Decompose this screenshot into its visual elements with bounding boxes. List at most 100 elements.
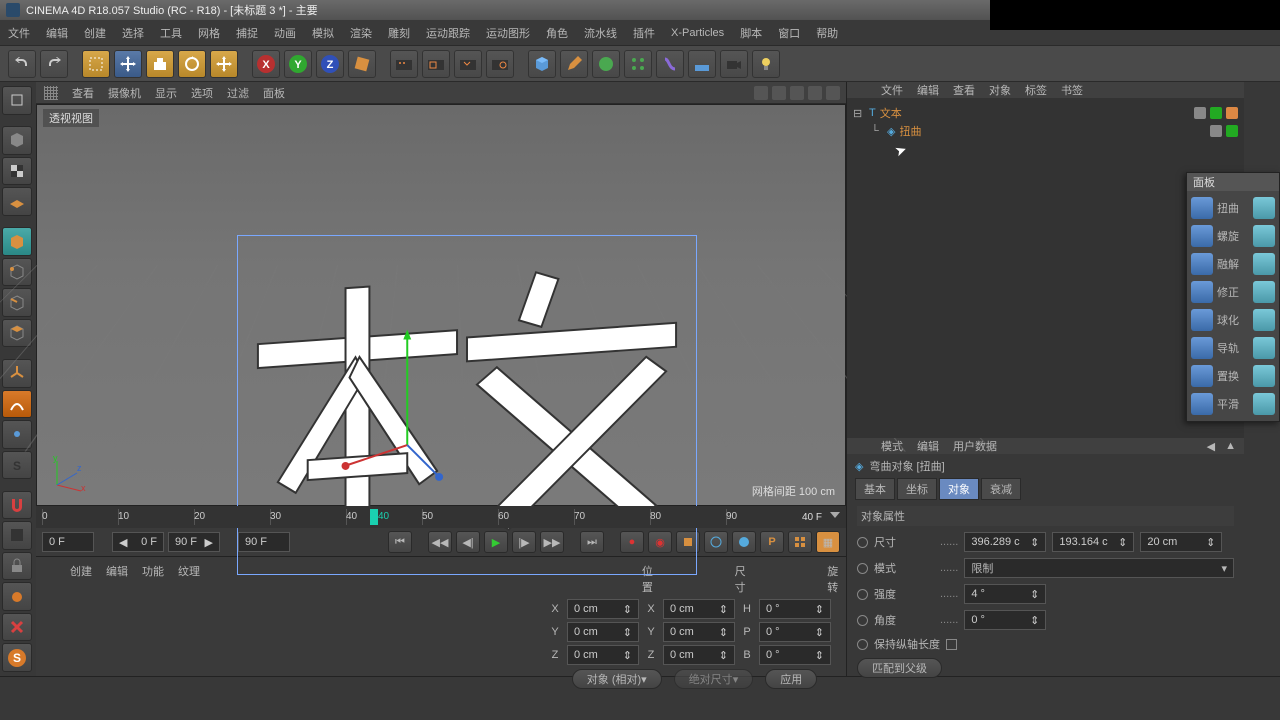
array-button[interactable] xyxy=(624,50,652,78)
main-toolbar[interactable]: X Y Z xyxy=(0,46,1280,82)
menu-脚本[interactable]: 脚本 xyxy=(740,25,762,41)
radio-icon[interactable] xyxy=(857,615,868,626)
orange-dot-button[interactable] xyxy=(2,582,32,611)
om-menu-文件[interactable]: 文件 xyxy=(881,82,903,98)
tab-create[interactable]: 创建 xyxy=(70,563,92,579)
attr-tab-衰减[interactable]: 衰减 xyxy=(981,478,1021,500)
deformer-palette[interactable]: 面板 扭曲螺旋融解修正球化导轨置换平滑 xyxy=(1186,172,1280,422)
menu-捕捉[interactable]: 捕捉 xyxy=(236,25,258,41)
make-editable-button[interactable] xyxy=(2,86,32,115)
size-input[interactable]: 0 cm⇕ xyxy=(663,645,735,665)
apply-button[interactable]: 应用 xyxy=(765,669,817,689)
subdivision-button[interactable] xyxy=(592,50,620,78)
back-icon[interactable]: ◀ xyxy=(1207,440,1215,453)
menu-网格[interactable]: 网格 xyxy=(198,25,220,41)
floor-button[interactable] xyxy=(688,50,716,78)
render-region-button[interactable] xyxy=(422,50,450,78)
pos-input[interactable]: 0 cm⇕ xyxy=(567,599,639,619)
vp-filter[interactable]: 过滤 xyxy=(227,85,249,101)
rot-input[interactable]: 0 °⇕ xyxy=(759,645,831,665)
key-param-button[interactable]: P xyxy=(760,531,784,553)
deformer-修正[interactable]: 修正 xyxy=(1191,279,1275,305)
attr-tabs[interactable]: 基本坐标对象衰减 xyxy=(847,478,1244,500)
size-x-input[interactable]: 396.289 c⇕ xyxy=(964,532,1046,552)
menu-窗口[interactable]: 窗口 xyxy=(778,25,800,41)
deformer-平滑[interactable]: 平滑 xyxy=(1191,391,1275,417)
menu-运动图形[interactable]: 运动图形 xyxy=(486,25,530,41)
menu-编辑[interactable]: 编辑 xyxy=(46,25,68,41)
viewport-menu[interactable]: 查看 摄像机 显示 选项 过滤 面板 xyxy=(36,82,846,104)
menu-流水线[interactable]: 流水线 xyxy=(584,25,617,41)
menu-工具[interactable]: 工具 xyxy=(160,25,182,41)
deformer-球化[interactable]: 球化 xyxy=(1191,307,1275,333)
deformer-扭曲[interactable]: 扭曲 xyxy=(1191,195,1275,221)
chevron-icon[interactable] xyxy=(830,512,840,522)
render-settings-button[interactable] xyxy=(486,50,514,78)
om-menu-标签[interactable]: 标签 xyxy=(1025,82,1047,98)
x-axis-button[interactable]: X xyxy=(252,50,280,78)
fit-parent-button[interactable]: 匹配到父级 xyxy=(857,658,942,678)
om-menu-对象[interactable]: 对象 xyxy=(989,82,1011,98)
keep-checkbox[interactable] xyxy=(946,639,957,650)
attr-tab-对象[interactable]: 对象 xyxy=(939,478,979,500)
render-picture-button[interactable] xyxy=(454,50,482,78)
y-axis-button[interactable]: Y xyxy=(284,50,312,78)
magnet-button[interactable] xyxy=(2,491,32,520)
up-icon[interactable]: ▲ xyxy=(1225,440,1236,453)
redo-button[interactable] xyxy=(40,50,68,78)
key-rot-button[interactable] xyxy=(732,531,756,553)
cube-primitive-button[interactable] xyxy=(528,50,556,78)
vp-view[interactable]: 查看 xyxy=(72,85,94,101)
viewport[interactable]: 透视视图 xyxy=(36,104,846,506)
rot-input[interactable]: 0 °⇕ xyxy=(759,622,831,642)
tree-row-text[interactable]: ⊟ T 文本 xyxy=(853,104,1238,122)
pos-input[interactable]: 0 cm⇕ xyxy=(567,645,639,665)
undo-button[interactable] xyxy=(8,50,36,78)
vp-display[interactable]: 显示 xyxy=(155,85,177,101)
om-menu-书签[interactable]: 书签 xyxy=(1061,82,1083,98)
keyframe-sel-button[interactable] xyxy=(788,531,812,553)
rotate-button[interactable] xyxy=(178,50,206,78)
last-tool-button[interactable] xyxy=(210,50,238,78)
object-mode-button[interactable] xyxy=(2,227,32,256)
menu-插件[interactable]: 插件 xyxy=(633,25,655,41)
size-z-input[interactable]: 20 cm⇕ xyxy=(1140,532,1222,552)
abs-size-dropdown[interactable]: 绝对尺寸 ▾ xyxy=(674,669,754,689)
tab-edit[interactable]: 编辑 xyxy=(106,563,128,579)
menu-雕刻[interactable]: 雕刻 xyxy=(388,25,410,41)
workplane-button[interactable] xyxy=(2,187,32,216)
menu-X-Particles[interactable]: X-Particles xyxy=(671,27,724,39)
s-orange-button[interactable]: S xyxy=(2,643,32,672)
menu-角色[interactable]: 角色 xyxy=(546,25,568,41)
workplane2-button[interactable] xyxy=(2,521,32,550)
texture-mode-button[interactable] xyxy=(2,157,32,186)
menu-模拟[interactable]: 模拟 xyxy=(312,25,334,41)
range-from[interactable]: 0 F xyxy=(42,532,94,552)
pos-input[interactable]: 0 cm⇕ xyxy=(567,622,639,642)
deformer-融解[interactable]: 融解 xyxy=(1191,251,1275,277)
object-tree[interactable]: ⊟ T 文本 └ ◈ 扭曲 ➤ xyxy=(847,98,1244,438)
menu-运动跟踪[interactable]: 运动跟踪 xyxy=(426,25,470,41)
timeline-ruler[interactable]: 010203040506070809040 40 F xyxy=(36,506,846,528)
coord-mode-dropdown[interactable]: 对象 (相对) ▾ xyxy=(572,669,662,689)
attr-tab-坐标[interactable]: 坐标 xyxy=(897,478,937,500)
render-view-button[interactable] xyxy=(390,50,418,78)
live-select-button[interactable] xyxy=(82,50,110,78)
vp-options[interactable]: 选项 xyxy=(191,85,213,101)
om-menu-编辑[interactable]: 编辑 xyxy=(917,82,939,98)
tree-row-bend[interactable]: └ ◈ 扭曲 xyxy=(853,122,1238,140)
vp-nav-icons[interactable] xyxy=(754,86,840,100)
rot-input[interactable]: 0 °⇕ xyxy=(759,599,831,619)
vp-panel[interactable]: 面板 xyxy=(263,85,285,101)
menu-帮助[interactable]: 帮助 xyxy=(816,25,838,41)
radio-icon[interactable] xyxy=(857,563,868,574)
soft-select-button[interactable]: S xyxy=(2,451,32,480)
range-b[interactable]: 90 F▶ xyxy=(168,532,220,552)
om-menu-查看[interactable]: 查看 xyxy=(953,82,975,98)
tab-function[interactable]: 功能 xyxy=(142,563,164,579)
coord-system-button[interactable] xyxy=(348,50,376,78)
deformer-置换[interactable]: 置换 xyxy=(1191,363,1275,389)
move-button[interactable] xyxy=(114,50,142,78)
mode-dropdown[interactable]: 限制▾ xyxy=(964,558,1234,578)
timeline-playhead[interactable] xyxy=(370,509,378,525)
